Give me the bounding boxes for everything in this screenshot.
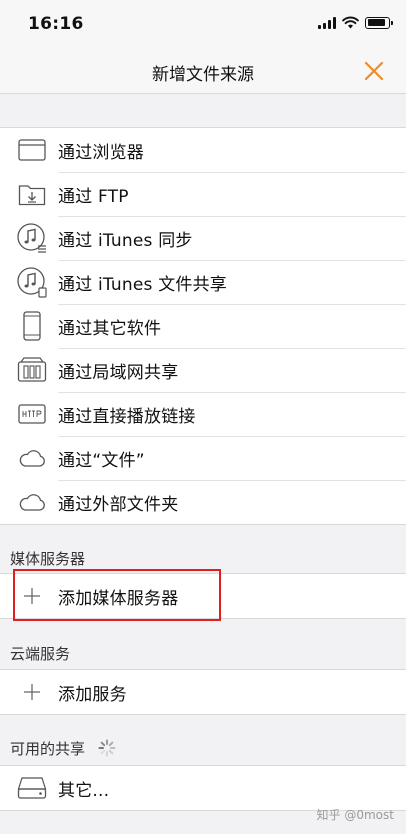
- source-external-folder[interactable]: 通过外部文件夹: [0, 480, 406, 524]
- source-label: 通过 FTP: [58, 186, 129, 207]
- http-link-icon: [0, 392, 58, 436]
- itunes-sync-icon: [0, 216, 58, 260]
- source-itunes-file-sharing[interactable]: 通过 iTunes 文件共享: [0, 260, 406, 304]
- hard-drive-icon: [0, 766, 58, 810]
- cellular-signal-icon: [318, 16, 336, 29]
- close-x-icon: [364, 61, 384, 81]
- source-itunes-sync[interactable]: 通过 iTunes 同步: [0, 216, 406, 260]
- browser-window-icon: [0, 128, 58, 172]
- status-time: 16:16: [28, 14, 84, 34]
- available-shares-list: 其它...: [0, 765, 406, 811]
- source-other-apps[interactable]: 通过其它软件: [0, 304, 406, 348]
- plus-icon: [0, 670, 58, 714]
- cloud-icon: [0, 480, 58, 524]
- share-other-label: 其它...: [58, 780, 110, 801]
- close-button[interactable]: [362, 59, 386, 83]
- add-service-button[interactable]: 添加服务: [0, 670, 406, 714]
- source-list: 通过浏览器 通过 FTP 通过 iTunes 同步 通过 iTunes 文件共享…: [0, 127, 406, 525]
- source-label: 通过“文件”: [58, 450, 145, 471]
- battery-icon: [365, 16, 393, 29]
- source-lan-share[interactable]: 通过局域网共享: [0, 348, 406, 392]
- source-label: 通过 iTunes 文件共享: [58, 274, 227, 295]
- nav-bar: 新增文件来源: [0, 48, 406, 94]
- source-ftp[interactable]: 通过 FTP: [0, 172, 406, 216]
- add-media-server-button[interactable]: 添加媒体服务器: [0, 574, 406, 618]
- section-header-cloud-services: 云端服务: [10, 645, 71, 663]
- cloud-icon: [0, 436, 58, 480]
- source-browser[interactable]: 通过浏览器: [0, 128, 406, 172]
- add-service-label: 添加服务: [58, 684, 127, 705]
- battery-fill: [367, 19, 385, 26]
- phone-device-icon: [0, 304, 58, 348]
- share-other[interactable]: 其它...: [0, 766, 406, 810]
- itunes-file-sharing-icon: [0, 260, 58, 304]
- plus-icon: [0, 574, 58, 618]
- wifi-icon: [342, 16, 359, 29]
- watermark: 知乎 @0most: [316, 808, 394, 822]
- source-label: 通过浏览器: [58, 142, 144, 163]
- media-server-list: 添加媒体服务器: [0, 573, 406, 619]
- source-direct-link[interactable]: 通过直接播放链接: [0, 392, 406, 436]
- source-label: 通过 iTunes 同步: [58, 230, 193, 251]
- source-label: 通过局域网共享: [58, 362, 179, 383]
- page-title: 新增文件来源: [152, 65, 254, 85]
- source-files-app[interactable]: 通过“文件”: [0, 436, 406, 480]
- source-label: 通过外部文件夹: [58, 494, 179, 515]
- source-label: 通过直接播放链接: [58, 406, 196, 427]
- ftp-download-folder-icon: [0, 172, 58, 216]
- loading-spinner-icon: [98, 739, 116, 757]
- network-storage-icon: [0, 348, 58, 392]
- status-icons: [318, 16, 393, 29]
- status-bar: 16:16: [0, 0, 406, 48]
- available-shares-title: 可用的共享: [10, 740, 86, 758]
- cloud-services-list: 添加服务: [0, 669, 406, 715]
- add-media-server-label: 添加媒体服务器: [58, 588, 179, 609]
- source-label: 通过其它软件: [58, 318, 162, 339]
- section-header-available-shares: 可用的共享: [10, 738, 116, 759]
- section-header-media-server: 媒体服务器: [10, 550, 86, 568]
